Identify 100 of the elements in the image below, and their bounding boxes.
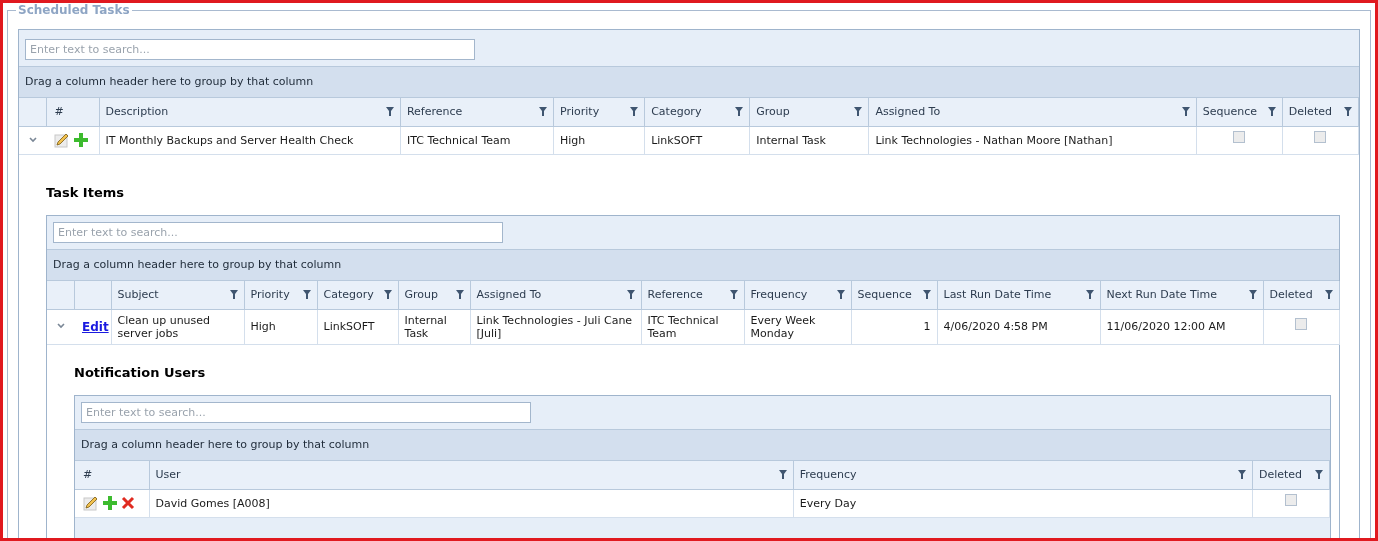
column-header[interactable]: Group — [749, 98, 869, 126]
column-header[interactable]: Frequency — [793, 461, 1253, 489]
column-header[interactable]: Priority — [244, 281, 317, 309]
filter-icon[interactable] — [1181, 107, 1190, 117]
filter-icon[interactable] — [922, 290, 931, 300]
filter-icon[interactable] — [1324, 290, 1333, 300]
column-label: Reference — [406, 103, 463, 120]
column-header[interactable]: Deleted — [1263, 281, 1339, 309]
column-label: User — [155, 466, 181, 483]
table-cell: LinkSOFT — [644, 126, 750, 154]
table-cell: 1 — [851, 309, 937, 344]
column-header[interactable]: Next Run Date Time — [1100, 281, 1263, 309]
filter-icon[interactable] — [626, 290, 635, 300]
delete-icon[interactable] — [121, 496, 135, 510]
filter-icon[interactable] — [385, 107, 394, 117]
column-header[interactable]: Category — [317, 281, 398, 309]
table-cell: Link Technologies - Juli Cane [Juli] — [470, 309, 641, 344]
table-cell: High — [244, 309, 317, 344]
table-cell: IT Monthly Backups and Server Health Check — [99, 126, 401, 154]
section-heading: Notification Users — [74, 363, 207, 382]
filter-icon[interactable] — [539, 107, 548, 117]
table-cell: 11/06/2020 12:00 AM — [1100, 309, 1263, 344]
filter-icon[interactable] — [836, 290, 845, 300]
pencil-icon[interactable] — [83, 495, 99, 511]
column-label: Priority — [560, 103, 600, 120]
column-header[interactable]: Deleted — [1252, 461, 1330, 489]
column-label: Last Run Date Time — [943, 286, 1052, 303]
column-header[interactable]: Category — [644, 98, 750, 126]
checkbox[interactable] — [1314, 131, 1327, 144]
column-header[interactable]: Sequence — [1196, 98, 1283, 126]
column-label: Deleted — [1269, 286, 1313, 303]
column-header[interactable]: Reference — [641, 281, 744, 309]
column-label: Reference — [647, 286, 703, 303]
table-cell: ITC Technical Team — [641, 309, 744, 344]
column-label: Group — [404, 286, 438, 303]
pencil-icon[interactable] — [54, 132, 70, 148]
filter-icon[interactable] — [302, 290, 311, 300]
column-header[interactable]: Subject — [111, 281, 244, 309]
table-cell: Link Technologies - Nathan Moore [Nathan] — [868, 126, 1197, 154]
column-label: Assigned To — [476, 286, 542, 303]
column-label: Sequence — [1202, 103, 1257, 120]
filter-icon[interactable] — [1085, 290, 1094, 300]
column-label: Priority — [250, 286, 290, 303]
table-cell: David Gomes [A008] — [149, 489, 794, 517]
table-cell: Internal Task — [398, 309, 470, 344]
column-header[interactable]: Group — [398, 281, 470, 309]
column-header[interactable]: Sequence — [851, 281, 937, 309]
column-header[interactable]: Description — [99, 98, 401, 126]
table-cell: Clean up unused server jobs — [111, 309, 244, 344]
chevron-down-icon[interactable] — [28, 135, 37, 144]
column-label: Frequency — [799, 466, 857, 483]
filter-icon[interactable] — [854, 107, 863, 117]
column-label: Group — [756, 103, 790, 120]
search-field[interactable]: Enter text to search... — [53, 222, 503, 243]
column-header[interactable]: Deleted — [1282, 98, 1359, 126]
group-panel: Drag a column header here to group by that column — [19, 67, 1359, 98]
column-label: Deleted — [1258, 466, 1303, 483]
column-header: # — [46, 98, 100, 126]
filter-icon[interactable] — [735, 107, 744, 117]
column-header[interactable]: Last Run Date Time — [937, 281, 1100, 309]
column-label: Deleted — [1288, 103, 1332, 120]
group-panel: Drag a column header here to group by that column — [75, 430, 1330, 461]
column-label: Sequence — [857, 286, 912, 303]
column-header[interactable]: Priority — [553, 98, 645, 126]
column-label: Frequency — [750, 286, 808, 303]
column-label: Description — [105, 103, 169, 120]
edit-link[interactable]: Edit — [82, 317, 109, 336]
column-header: # — [75, 461, 149, 489]
column-label: Category — [651, 103, 702, 120]
group-panel: Drag a column header here to group by that column — [47, 250, 1339, 281]
filter-icon[interactable] — [1237, 470, 1246, 480]
filter-icon[interactable] — [455, 290, 464, 300]
table-cell: Every Day — [793, 489, 1253, 517]
search-field[interactable]: Enter text to search... — [25, 39, 475, 60]
filter-icon[interactable] — [229, 290, 238, 300]
filter-icon[interactable] — [1315, 470, 1323, 480]
column-header[interactable]: Reference — [400, 98, 554, 126]
filter-icon[interactable] — [1344, 107, 1352, 117]
filter-icon[interactable] — [383, 290, 392, 300]
column-label: Next Run Date Time — [1106, 286, 1217, 303]
checkbox[interactable] — [1295, 317, 1307, 330]
checkbox[interactable] — [1284, 494, 1297, 507]
table-cell: Every Week Monday — [744, 309, 851, 344]
search-field[interactable]: Enter text to search... — [81, 402, 531, 423]
chevron-down-icon[interactable] — [56, 322, 65, 331]
column-label: Assigned To — [875, 103, 941, 120]
section-heading: Task Items — [46, 183, 126, 202]
column-label: Subject — [117, 286, 159, 303]
column-header[interactable]: Assigned To — [470, 281, 641, 309]
filter-icon[interactable] — [778, 470, 787, 480]
filter-icon[interactable] — [1248, 290, 1257, 300]
column-header[interactable]: User — [149, 461, 794, 489]
column-header[interactable]: Assigned To — [868, 98, 1197, 126]
filter-icon[interactable] — [630, 107, 639, 117]
column-header[interactable]: Frequency — [744, 281, 851, 309]
filter-icon[interactable] — [1267, 107, 1276, 117]
checkbox[interactable] — [1233, 131, 1246, 144]
table-cell: LinkSOFT — [317, 309, 398, 344]
filter-icon[interactable] — [729, 290, 738, 300]
table-cell: Internal Task — [749, 126, 869, 154]
